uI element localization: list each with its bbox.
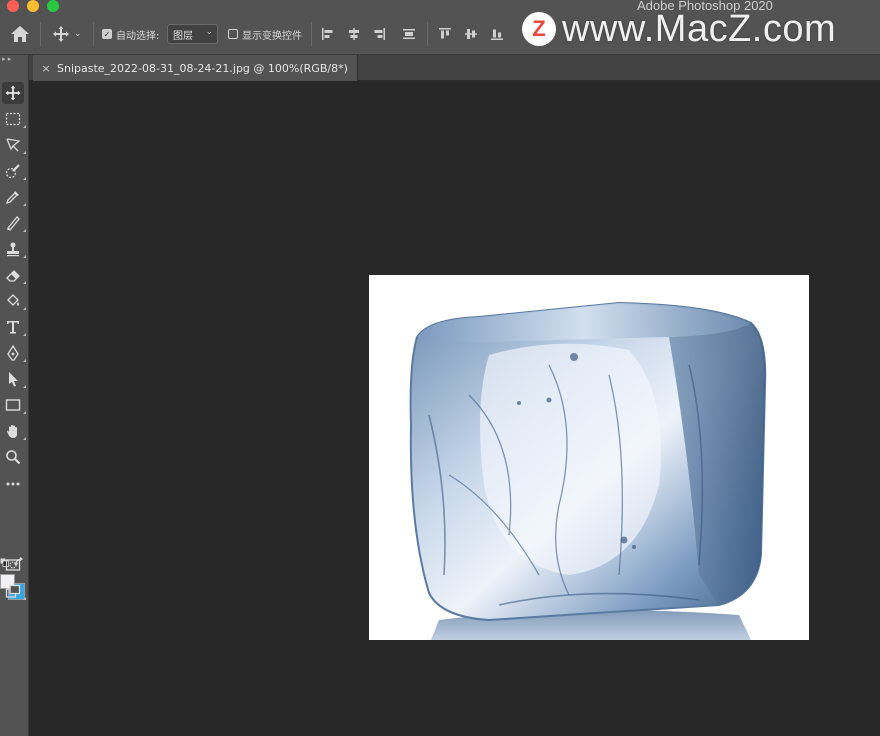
paint-bucket-icon bbox=[7, 294, 19, 306]
submenu-indicator bbox=[23, 597, 26, 600]
zoom-window-button[interactable] bbox=[47, 0, 59, 12]
checkbox-checked-icon: ✓ bbox=[102, 29, 112, 39]
lasso-tool[interactable] bbox=[2, 134, 26, 156]
divider bbox=[93, 22, 94, 46]
checkbox-unchecked-icon bbox=[228, 29, 238, 39]
submenu-indicator bbox=[23, 385, 26, 388]
target-select[interactable]: 图层 ⌄ bbox=[167, 24, 218, 44]
distribute-icon[interactable] bbox=[402, 27, 416, 41]
zoom-icon bbox=[6, 450, 21, 465]
quick-select-icon bbox=[5, 164, 20, 179]
eraser-icon bbox=[6, 270, 20, 282]
ice-cube-image bbox=[409, 301, 767, 640]
submenu-indicator bbox=[23, 333, 26, 336]
stamp-icon bbox=[7, 242, 19, 257]
screen-mode-icon bbox=[5, 584, 21, 598]
type-icon bbox=[7, 321, 19, 334]
submenu-indicator bbox=[23, 177, 26, 180]
show-transform-controls-label: 显示变换控件 bbox=[242, 30, 302, 42]
align-right-icon[interactable] bbox=[372, 27, 386, 41]
paint-bucket-tool[interactable] bbox=[2, 290, 26, 312]
watermark-text: www.MacZ.com bbox=[562, 7, 837, 50]
path-select-tool[interactable] bbox=[2, 368, 26, 390]
arrow-icon bbox=[9, 372, 18, 387]
submenu-indicator bbox=[23, 203, 26, 206]
rectangle-tool[interactable] bbox=[2, 394, 26, 416]
rectangle-icon bbox=[5, 399, 21, 411]
submenu-indicator bbox=[23, 255, 26, 258]
eraser-tool[interactable] bbox=[2, 264, 26, 286]
brush-tool[interactable] bbox=[2, 212, 26, 234]
pen-icon bbox=[7, 345, 19, 361]
hand-tool[interactable] bbox=[2, 420, 26, 442]
quick-mask-icon bbox=[5, 559, 21, 571]
move-icon bbox=[5, 85, 21, 101]
document-tab[interactable]: × Snipaste_2022-08-31_08-24-21.jpg @ 100… bbox=[33, 55, 358, 81]
home-button[interactable] bbox=[10, 22, 30, 46]
submenu-indicator bbox=[23, 359, 26, 362]
target-select-value: 图层 bbox=[173, 31, 193, 42]
align-top-icon[interactable] bbox=[438, 27, 452, 41]
show-transform-controls-checkbox[interactable]: 显示变换控件 bbox=[228, 22, 302, 46]
watermark-logo: Z bbox=[522, 12, 556, 46]
move-tool-preset-button[interactable]: ⌄ bbox=[52, 22, 82, 46]
minimize-window-button[interactable] bbox=[27, 0, 39, 12]
divider bbox=[311, 22, 312, 46]
more-icon bbox=[6, 482, 20, 486]
move-icon bbox=[53, 26, 69, 42]
document-canvas[interactable] bbox=[369, 275, 809, 640]
marquee-icon bbox=[5, 112, 21, 126]
submenu-indicator bbox=[23, 125, 26, 128]
type-tool[interactable] bbox=[2, 316, 26, 338]
auto-select-checkbox[interactable]: ✓ 自动选择: bbox=[102, 22, 159, 46]
align-left-icon[interactable] bbox=[321, 27, 335, 41]
marquee-tool[interactable] bbox=[2, 108, 26, 130]
more-tools[interactable] bbox=[2, 472, 24, 494]
divider bbox=[427, 22, 428, 46]
collapse-panel-icon[interactable]: ▸ ▸ bbox=[2, 55, 27, 65]
submenu-indicator bbox=[23, 437, 26, 440]
document-tab-title: Snipaste_2022-08-31_08-24-21.jpg @ 100%(… bbox=[57, 61, 348, 75]
eyedropper-icon bbox=[5, 191, 19, 205]
tools-panel: ▸ ▸ bbox=[0, 55, 29, 736]
align-hcenter-icon[interactable] bbox=[347, 27, 361, 41]
close-tab-icon[interactable]: × bbox=[39, 62, 53, 75]
submenu-indicator bbox=[23, 229, 26, 232]
chevron-down-icon: ⌄ bbox=[74, 29, 82, 39]
quick-select-tool[interactable] bbox=[2, 160, 26, 182]
hand-icon bbox=[7, 425, 17, 438]
home-icon bbox=[11, 26, 29, 42]
chevron-down-icon: ⌄ bbox=[205, 27, 213, 37]
align-bottom-icon[interactable] bbox=[490, 27, 504, 41]
submenu-indicator bbox=[23, 281, 26, 284]
submenu-indicator bbox=[23, 307, 26, 310]
pen-tool[interactable] bbox=[2, 342, 26, 364]
stamp-tool[interactable] bbox=[2, 238, 26, 260]
watermark: Z www.MacZ.com bbox=[522, 8, 836, 50]
lasso-icon bbox=[6, 138, 21, 152]
close-window-button[interactable] bbox=[7, 0, 19, 12]
divider bbox=[40, 22, 41, 46]
move-tool[interactable] bbox=[2, 82, 24, 104]
screen-mode-button[interactable] bbox=[2, 580, 26, 602]
auto-select-label: 自动选择: bbox=[116, 30, 160, 42]
document-tab-bar: × Snipaste_2022-08-31_08-24-21.jpg @ 100… bbox=[0, 55, 880, 81]
eyedropper-tool[interactable] bbox=[2, 186, 26, 208]
submenu-indicator bbox=[23, 411, 26, 414]
brush-icon bbox=[7, 216, 20, 231]
zoom-tool[interactable] bbox=[2, 446, 24, 468]
quick-mask-button[interactable] bbox=[2, 554, 24, 576]
photoshop-window: Adobe Photoshop 2020 ⌄ ✓ 自动选择: 图层 ⌄ 显示变换… bbox=[0, 0, 880, 736]
submenu-indicator bbox=[23, 151, 26, 154]
align-vcenter-icon[interactable] bbox=[464, 27, 478, 41]
